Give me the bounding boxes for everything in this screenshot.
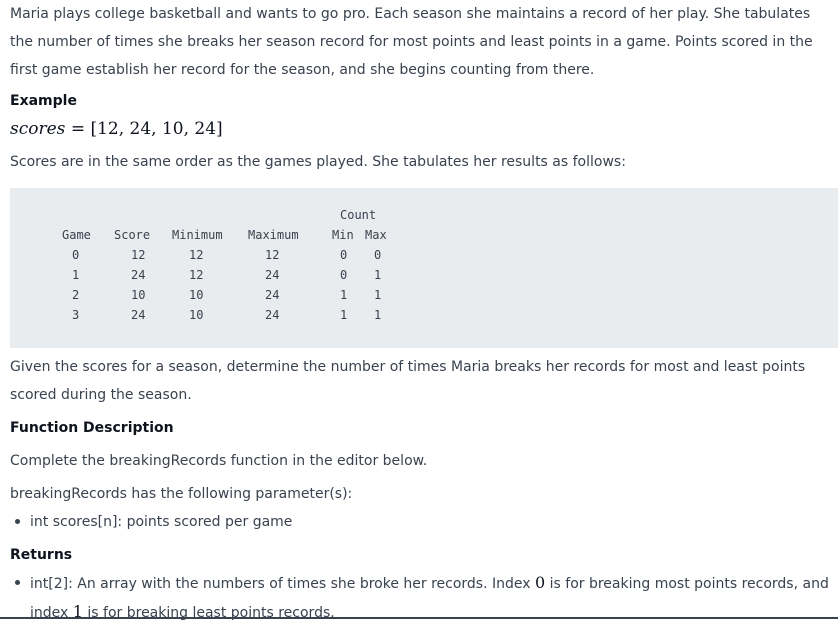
table-cell: 24 (265, 268, 280, 282)
table-cell: 2 (72, 288, 80, 302)
example-heading: Example (10, 93, 77, 109)
table-cell: 24 (131, 308, 146, 322)
count-header: Count (340, 208, 377, 222)
table-cell: 12 (189, 248, 204, 262)
table-cell: 24 (265, 308, 280, 322)
table-cell: 0 (340, 268, 348, 282)
results-table-code-block: Count Game Score Minimum Maximum Min Max… (10, 188, 838, 348)
header-game: Game (62, 228, 91, 242)
table-cell: 12 (265, 248, 280, 262)
function-description-heading: Function Description (10, 420, 174, 436)
table-cell: 1 (374, 288, 382, 302)
table-cell: 1 (340, 288, 348, 302)
table-cell: 0 (340, 248, 348, 262)
table-cell: 0 (72, 248, 80, 262)
given-paragraph: Given the scores for a season, determine… (10, 359, 806, 403)
order-paragraph: Scores are in the same order as the game… (10, 154, 626, 170)
formula-equals: = (70, 119, 86, 139)
table-cell: 10 (189, 288, 204, 302)
table-cell: 1 (72, 268, 80, 282)
returns-text-prefix: int[2]: An array with the numbers of tim… (30, 576, 535, 592)
example-formula: scores = [12, 24, 10, 24] (10, 118, 223, 140)
parameters-intro: breakingRecords has the following parame… (10, 486, 353, 502)
table-cell: 12 (131, 248, 146, 262)
list-item: int scores[n]: points scored per game (10, 508, 292, 536)
table-cell: 10 (189, 308, 204, 322)
table-cell: 10 (131, 288, 146, 302)
header-min: Min (332, 228, 354, 242)
table-cell: 3 (72, 308, 80, 322)
header-max: Max (365, 228, 387, 242)
function-description-text: Complete the breakingRecords function in… (10, 453, 428, 469)
returns-index-zero: 0 (535, 573, 546, 592)
table-cell: 24 (265, 288, 280, 302)
table-cell: 1 (374, 268, 382, 282)
header-maximum: Maximum (248, 228, 299, 242)
header-score: Score (114, 228, 151, 242)
table-cell: 1 (374, 308, 382, 322)
header-minimum: Minimum (172, 228, 223, 242)
table-cell: 12 (189, 268, 204, 282)
table-cell: 1 (340, 308, 348, 322)
returns-heading: Returns (10, 547, 73, 563)
table-cell: 0 (374, 248, 382, 262)
formula-variable: scores (10, 119, 66, 139)
parameter-list: int scores[n]: points scored per game (10, 508, 292, 536)
formula-value: [12, 24, 10, 24] (90, 119, 223, 139)
intro-paragraph: Maria plays college basketball and wants… (10, 6, 813, 78)
table-cell: 24 (131, 268, 146, 282)
